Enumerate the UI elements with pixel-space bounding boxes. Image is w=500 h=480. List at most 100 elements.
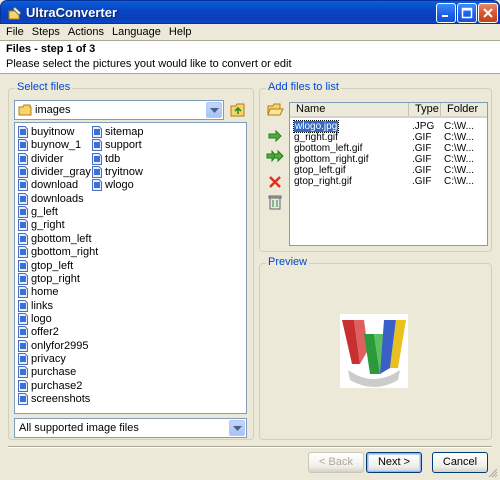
open-folder-icon[interactable] bbox=[266, 101, 284, 119]
file-name: privacy bbox=[31, 352, 66, 365]
image-file-icon bbox=[18, 246, 28, 259]
clear-list-icon[interactable] bbox=[266, 193, 284, 211]
image-file-icon bbox=[18, 366, 28, 379]
column-header-folder[interactable]: Folder bbox=[441, 103, 487, 116]
row-folder: C:\W... bbox=[444, 154, 474, 165]
file-type-filter[interactable]: All supported image files bbox=[14, 418, 247, 438]
resize-grip-icon[interactable] bbox=[487, 467, 498, 478]
row-folder: C:\W... bbox=[444, 143, 474, 154]
table-row[interactable]: wlogo.jpg .JPG C:\W... bbox=[290, 120, 487, 133]
image-file-icon bbox=[18, 232, 28, 245]
cancel-button[interactable]: Cancel bbox=[432, 452, 488, 473]
table-row[interactable]: gbottom_left.gif .GIF C:\W... bbox=[290, 143, 487, 154]
table-row[interactable]: gtop_right.gif .GIF C:\W... bbox=[290, 176, 487, 187]
menu-bar: File Steps Actions Language Help bbox=[0, 24, 500, 40]
image-file-icon bbox=[18, 219, 28, 232]
image-file-icon bbox=[18, 152, 28, 165]
file-name: logo bbox=[31, 312, 52, 325]
row-type: .GIF bbox=[412, 143, 432, 154]
bottom-separator bbox=[8, 446, 492, 448]
row-name: wlogo.jpg bbox=[292, 120, 340, 133]
menu-steps[interactable]: Steps bbox=[28, 24, 64, 40]
maximize-button[interactable] bbox=[457, 3, 477, 23]
back-button[interactable]: < Back bbox=[308, 452, 364, 473]
row-type: .JPG bbox=[412, 121, 435, 132]
row-folder: C:\W... bbox=[444, 121, 474, 132]
menu-actions[interactable]: Actions bbox=[64, 24, 108, 40]
selected-files-list[interactable]: Name Type Folder wlogo.jpg .JPG C:\W... g_r… bbox=[289, 102, 488, 246]
file-name: downloads bbox=[31, 192, 84, 205]
image-file-icon bbox=[18, 139, 28, 152]
next-button[interactable]: Next > bbox=[366, 452, 422, 473]
image-file-icon bbox=[18, 339, 28, 352]
remove-icon[interactable] bbox=[266, 173, 284, 191]
image-file-icon bbox=[18, 272, 28, 285]
file-name: tryitnow bbox=[105, 166, 143, 179]
image-file-icon bbox=[92, 126, 102, 138]
image-file-icon bbox=[18, 206, 28, 219]
menu-help[interactable]: Help bbox=[165, 24, 196, 40]
row-type: .GIF bbox=[412, 132, 432, 143]
file-name: gbottom_right bbox=[31, 246, 99, 259]
file-name: download bbox=[31, 179, 79, 192]
image-file-icon bbox=[18, 299, 28, 312]
list-header: Name Type Folder bbox=[290, 103, 487, 118]
file-name: support bbox=[105, 139, 142, 152]
step-title: Files - step 1 of 3 bbox=[6, 43, 96, 55]
file-list[interactable]: buyitnow buynow_1 divider divider_gray downl… bbox=[14, 122, 247, 414]
menu-language[interactable]: Language bbox=[108, 24, 165, 40]
file-name: purchase bbox=[31, 366, 77, 379]
folder-up-icon[interactable] bbox=[229, 101, 247, 119]
preview-label: Preview bbox=[266, 256, 310, 268]
image-file-icon bbox=[92, 152, 102, 165]
select-files-group: Select files images buyitnow buynow_1 divi… bbox=[8, 81, 254, 440]
chevron-down-icon[interactable] bbox=[206, 102, 222, 118]
file-type-filter-value: All supported image files bbox=[19, 422, 139, 434]
column-header-name[interactable]: Name bbox=[290, 103, 409, 116]
table-row[interactable]: gbottom_right.gif .GIF C:\W... bbox=[290, 154, 487, 165]
chevron-down-icon[interactable] bbox=[229, 420, 245, 436]
minimize-icon bbox=[442, 15, 448, 17]
file-name: gtop_left bbox=[31, 259, 74, 272]
file-name: divider_gray bbox=[31, 166, 91, 179]
row-folder: C:\W... bbox=[444, 165, 474, 176]
image-file-icon bbox=[92, 166, 102, 179]
image-file-icon bbox=[92, 139, 102, 152]
file-name: divider bbox=[31, 152, 64, 165]
file-name: offer2 bbox=[31, 326, 59, 339]
minimize-button[interactable] bbox=[436, 3, 456, 23]
file-name: buynow_1 bbox=[31, 139, 82, 152]
column-header-type[interactable]: Type bbox=[409, 103, 441, 116]
table-row[interactable]: g_right.gif .GIF C:\W... bbox=[290, 132, 487, 143]
image-file-icon bbox=[18, 179, 28, 192]
add-arrow-icon[interactable] bbox=[266, 127, 284, 145]
folder-icon bbox=[18, 104, 32, 116]
preview-image bbox=[340, 314, 408, 388]
maximize-icon bbox=[461, 7, 473, 19]
row-name: g_right.gif bbox=[294, 132, 338, 143]
file-name: g_left bbox=[31, 206, 58, 219]
image-file-icon bbox=[18, 312, 28, 325]
menu-file[interactable]: File bbox=[2, 24, 28, 40]
row-name: gtop_left.gif bbox=[294, 165, 346, 176]
row-folder: C:\W... bbox=[444, 176, 474, 187]
file-name: tdb bbox=[105, 152, 121, 165]
file-name: g_right bbox=[31, 219, 65, 232]
folder-combo[interactable]: images bbox=[14, 100, 224, 120]
step-description: Please select the pictures yout would li… bbox=[6, 58, 292, 70]
add-files-group: Add files to list Name Type Folder wlogo… bbox=[259, 81, 492, 252]
file-name: home bbox=[31, 286, 59, 299]
table-row[interactable]: gtop_left.gif .GIF C:\W... bbox=[290, 165, 487, 176]
image-file-icon bbox=[18, 166, 28, 179]
image-file-icon bbox=[92, 179, 102, 192]
file-name: gbottom_left bbox=[31, 232, 92, 245]
row-name: gbottom_right.gif bbox=[294, 154, 369, 165]
row-name: gtop_right.gif bbox=[294, 176, 352, 187]
close-button[interactable] bbox=[478, 3, 498, 23]
file-name: gtop_right bbox=[31, 272, 80, 285]
add-all-arrow-icon[interactable] bbox=[266, 147, 284, 165]
image-file-icon bbox=[18, 286, 28, 299]
image-file-icon bbox=[18, 192, 28, 205]
row-name: gbottom_left.gif bbox=[294, 143, 363, 154]
close-icon bbox=[483, 8, 493, 18]
